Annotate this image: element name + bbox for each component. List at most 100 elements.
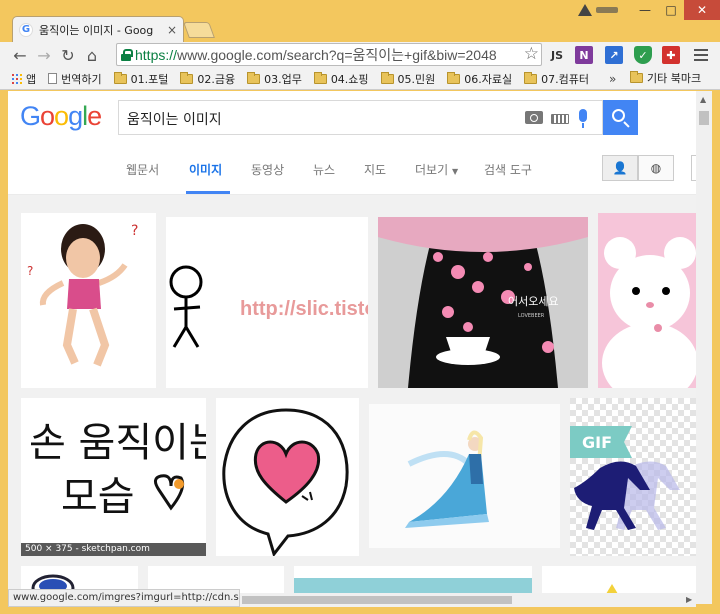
- image-result[interactable]: http://slic.tistory.com: [166, 217, 368, 388]
- image-caption: 500 × 375 - sketchpan.com: [21, 543, 206, 556]
- gif-horse-image: GIF: [570, 398, 696, 556]
- horizontal-scroll-thumb[interactable]: [242, 596, 512, 604]
- tab-images[interactable]: 이미지: [189, 161, 222, 178]
- chart-extension-icon[interactable]: ↗: [605, 46, 623, 64]
- chevron-down-icon: ▼: [451, 167, 459, 176]
- title-bar: G 움직이는 이미지 - Goog × — □ ✕: [0, 0, 720, 42]
- svg-text:?: ?: [131, 223, 138, 239]
- url-scheme: https://: [135, 46, 178, 63]
- url-text: www.google.com/search?q=움직이는+gif&biw=204…: [177, 46, 497, 63]
- warning-icon[interactable]: [578, 4, 592, 16]
- watermark-text: http://slic.tistory.com: [240, 298, 368, 320]
- bookmark-folder-portal[interactable]: 01.포털: [113, 71, 169, 87]
- folder-icon: [313, 71, 327, 84]
- other-bookmarks-label: 기타 북마크: [647, 72, 702, 85]
- bookmark-label: 앱: [26, 72, 37, 86]
- handwriting-line-1: 손 움직이는: [29, 420, 206, 466]
- new-tab-button[interactable]: [183, 22, 215, 38]
- shield-extension-icon[interactable]: ✓: [634, 46, 652, 64]
- js-extension-icon[interactable]: JS: [548, 46, 566, 64]
- folder-icon: [630, 71, 643, 83]
- google-header: Google 움직이는 이미지: [8, 91, 696, 143]
- tab-videos[interactable]: 동영상: [251, 161, 284, 178]
- bookmark-folder-work[interactable]: 03.업무: [247, 71, 302, 87]
- search-button[interactable]: [603, 100, 638, 135]
- image-result[interactable]: ? ?: [21, 213, 156, 388]
- horizontal-scrollbar[interactable]: ▶: [240, 593, 696, 607]
- close-window-button[interactable]: ✕: [684, 0, 720, 20]
- apps-icon: [12, 73, 22, 84]
- tab-news[interactable]: 뉴스: [313, 161, 335, 178]
- bookmark-label: 05.민원: [397, 72, 436, 86]
- bookmark-folder-computer[interactable]: 07.컴퓨터: [524, 71, 589, 87]
- bookmark-translate[interactable]: 번역하기: [48, 71, 102, 87]
- reload-button[interactable]: ↻: [56, 43, 80, 67]
- google-logo[interactable]: Google: [20, 101, 102, 132]
- handwriting-line-2: 모습: [61, 474, 135, 520]
- vertical-scroll-thumb[interactable]: [699, 111, 709, 125]
- maximize-button[interactable]: □: [658, 0, 684, 20]
- folder-icon: [524, 71, 538, 84]
- scroll-right-icon[interactable]: ▶: [686, 595, 692, 604]
- bookmark-label: 06.자료실: [464, 72, 513, 86]
- tab-more[interactable]: 더보기 ▼: [415, 161, 458, 178]
- forward-button[interactable]: →: [32, 43, 56, 67]
- vertical-scrollbar[interactable]: ▲: [696, 91, 712, 604]
- browser-toolbar: ← → ↻ ⌂ https:// www.google.com/search?q…: [0, 42, 720, 68]
- web-page: Google 움직이는 이미지 웹문서 이미지 동영상 뉴스 지도 더보기 ▼ …: [8, 91, 696, 604]
- status-bar-url: www.google.com/imgres?imgurl=http://cdn.…: [8, 589, 240, 607]
- welcome-subtext: LOVEBEER: [518, 313, 545, 319]
- bookmark-folder-shopping[interactable]: 04.쇼핑: [313, 71, 369, 87]
- gif-label: GIF: [582, 433, 612, 452]
- search-icon: [612, 109, 625, 122]
- bookmark-label: 04.쇼핑: [330, 72, 369, 86]
- camera-icon[interactable]: [525, 111, 543, 124]
- tab-search-tools[interactable]: 검색 도구: [484, 161, 532, 178]
- bookmark-star-icon[interactable]: ☆: [521, 44, 539, 64]
- bookmark-folder-archive[interactable]: 06.자료실: [447, 71, 512, 87]
- keyboard-icon[interactable]: [551, 114, 569, 124]
- tab-maps[interactable]: 지도: [364, 161, 386, 178]
- onenote-extension-icon[interactable]: N: [575, 46, 593, 64]
- other-bookmarks[interactable]: 기타 북마크: [630, 70, 701, 86]
- minimize-button[interactable]: —: [632, 0, 658, 20]
- address-bar[interactable]: https:// www.google.com/search?q=움직이는+gi…: [116, 43, 542, 66]
- tab-title: 움직이는 이미지 - Goog: [39, 23, 154, 37]
- microphone-icon[interactable]: [579, 109, 587, 128]
- globe-icon[interactable]: ◍: [638, 155, 674, 181]
- profile-name[interactable]: [596, 7, 618, 13]
- bookmark-folder-civil[interactable]: 05.민원: [380, 71, 436, 87]
- image-result[interactable]: GIF: [570, 398, 696, 556]
- google-favicon-icon: G: [19, 22, 33, 37]
- puzzle-extension-icon[interactable]: ✚: [662, 46, 680, 64]
- stick-figure-image: http://slic.tistory.com: [166, 217, 368, 388]
- menu-icon[interactable]: [692, 46, 710, 64]
- scroll-up-icon[interactable]: ▲: [700, 95, 706, 104]
- image-result[interactable]: 어서오세요 LOVEBEER: [378, 217, 588, 388]
- person-icon[interactable]: 👤: [602, 155, 638, 181]
- back-button[interactable]: ←: [8, 43, 32, 67]
- tab-close-icon[interactable]: ×: [167, 23, 177, 37]
- image-result[interactable]: 손 움직이는 모습 500 × 375 - sketchpan.com: [21, 398, 206, 556]
- folder-icon: [380, 71, 394, 84]
- bookmarks-overflow-button[interactable]: »: [609, 72, 616, 86]
- handwriting-image: 손 움직이는 모습: [21, 398, 206, 556]
- folder-icon: [447, 71, 461, 84]
- image-result[interactable]: [598, 213, 696, 388]
- image-result[interactable]: [369, 404, 560, 548]
- bookmark-apps[interactable]: 앱: [12, 71, 36, 87]
- home-button[interactable]: ⌂: [80, 43, 104, 67]
- bookmark-label: 01.포털: [130, 72, 169, 86]
- svg-text:?: ?: [27, 264, 33, 278]
- tab-web[interactable]: 웹문서: [126, 161, 159, 178]
- teddy-bear-image: [598, 213, 696, 388]
- image-result[interactable]: [216, 398, 359, 556]
- bookmark-folder-finance[interactable]: 02.금융: [180, 71, 235, 87]
- tab-more-label: 더보기: [415, 163, 449, 177]
- lock-icon[interactable]: [121, 48, 133, 61]
- bookmark-label: 07.컴퓨터: [541, 72, 589, 86]
- search-input[interactable]: 움직이는 이미지: [118, 100, 603, 135]
- window-user-area: [578, 2, 628, 18]
- page-icon: [48, 73, 58, 84]
- browser-tab[interactable]: G 움직이는 이미지 - Goog ×: [12, 16, 184, 42]
